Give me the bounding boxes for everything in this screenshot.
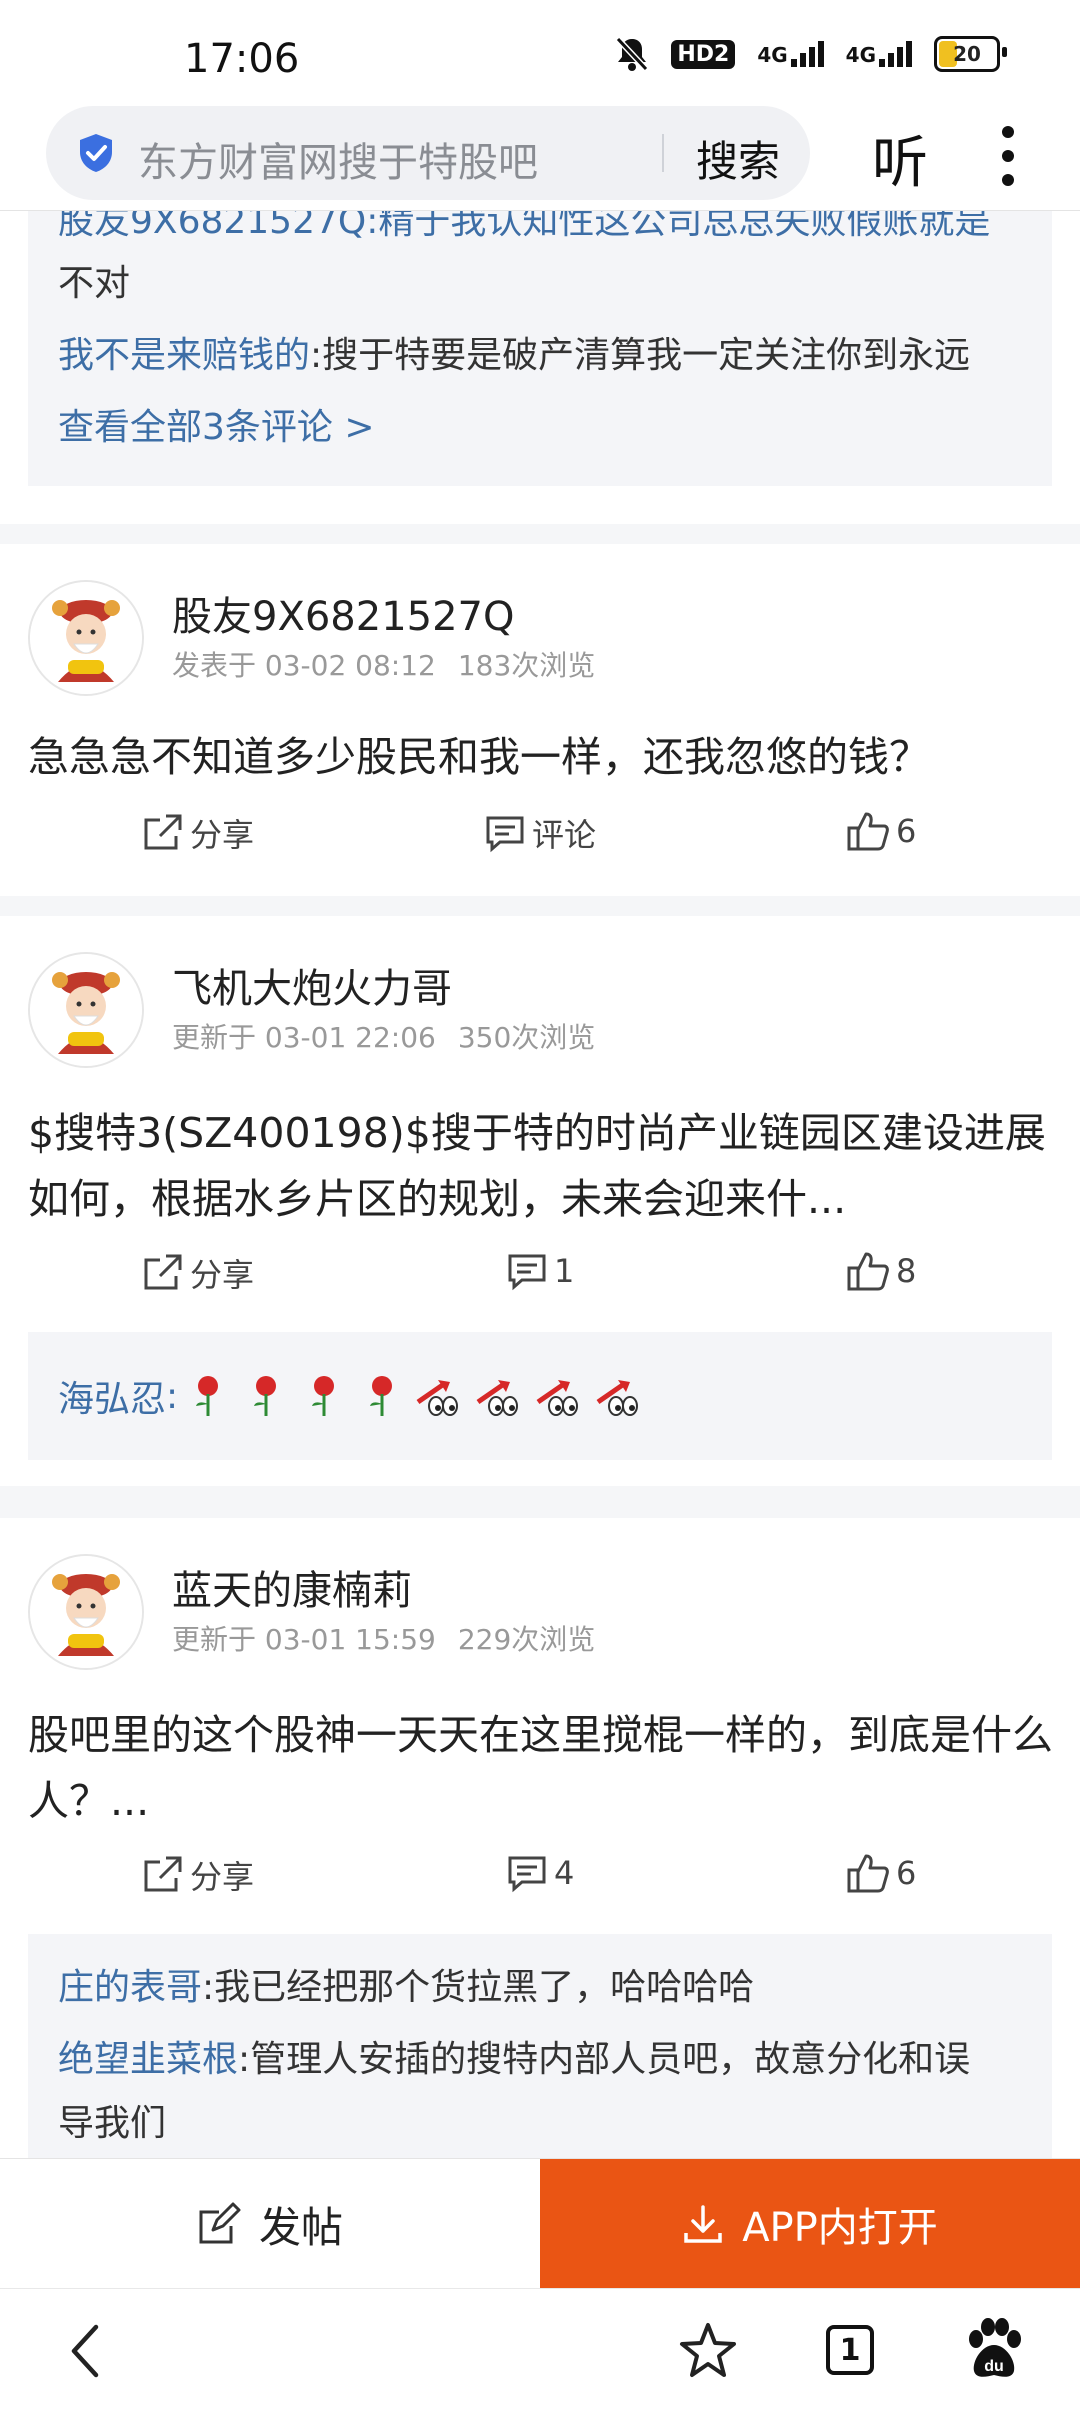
avatar[interactable] — [28, 580, 144, 696]
like-button[interactable]: 8 — [846, 1250, 916, 1292]
signal-2-icon: 4G — [846, 41, 912, 67]
more-options-icon[interactable] — [1000, 126, 1016, 186]
download-icon — [684, 2205, 722, 2243]
like-button[interactable]: 6 — [846, 810, 916, 852]
new-post-button[interactable]: 发帖 — [0, 2159, 540, 2289]
battery-icon: 20 — [934, 36, 1007, 72]
signal-1-icon: 4G — [757, 41, 824, 67]
search-header: 东方财富网搜于特股吧 搜索 听 — [0, 104, 1080, 211]
comment-line: 绝望韭菜根:管理人安插的搜特内部人员吧，故意分化和误 — [58, 2030, 970, 2082]
comment-user[interactable]: 庄的表哥 — [58, 1967, 202, 2008]
comment-user[interactable]: 绝望韭菜根 — [58, 2039, 238, 2080]
status-bar: 17:06 HD2 4G 4G 20 — [0, 0, 1080, 104]
comment-box: 海弘忍: — [28, 1332, 1052, 1460]
emoji-eyes-rising-icons — [414, 1374, 644, 1418]
search-text: 东方财富网搜于特股吧 — [138, 140, 538, 186]
browser-nav-bar: 1 du — [0, 2288, 1080, 2413]
post-views: 350次浏览 — [457, 1021, 596, 1054]
search-divider — [662, 134, 664, 172]
username[interactable]: 蓝天的康楠莉 — [172, 1558, 412, 1616]
post-meta: 发表于 03-02 08:12 183次浏览 — [172, 644, 595, 684]
thumbs-up-icon — [847, 1854, 889, 1893]
post-views: 229次浏览 — [457, 1623, 596, 1656]
comment-line: 庄的表哥:我已经把那个货拉黑了，哈哈哈哈 — [58, 1958, 754, 2010]
comment-box: 股友9X6821527Q:精于我认知性这公司总总失败假账就是 不对 我不是来赔钱… — [28, 201, 1052, 486]
fortune-god-avatar-icon — [30, 954, 142, 1066]
comment-icon — [508, 1856, 546, 1893]
share-button[interactable]: 分享 — [142, 810, 254, 856]
post-time: 发表于 03-02 08:12 — [172, 649, 436, 682]
post-meta: 更新于 03-01 15:59 229次浏览 — [172, 1618, 595, 1658]
username[interactable]: 股友9X6821527Q — [172, 584, 514, 642]
search-input[interactable]: 东方财富网搜于特股吧 搜索 — [46, 106, 810, 200]
emoji-rose-icons — [190, 1374, 400, 1418]
avatar[interactable] — [28, 952, 144, 1068]
post-meta: 更新于 03-01 22:06 350次浏览 — [172, 1016, 595, 1056]
comment-line-cont: 不对 — [58, 263, 131, 304]
tabs-button[interactable]: 1 — [826, 2325, 874, 2375]
comment-button[interactable]: 1 — [506, 1250, 574, 1292]
listen-button[interactable]: 听 — [872, 118, 928, 199]
comment-box: 庄的表哥:我已经把那个货拉黑了，哈哈哈哈 绝望韭菜根:管理人安插的搜特内部人员吧… — [28, 1934, 1052, 2158]
fortune-god-avatar-icon — [30, 582, 142, 694]
post-time: 更新于 03-01 22:06 — [172, 1021, 436, 1054]
avatar[interactable] — [28, 1554, 144, 1670]
post-card[interactable]: 飞机大炮火力哥 更新于 03-01 22:06 350次浏览 $搜特3(SZ400… — [0, 916, 1080, 1486]
post-content[interactable]: 急急急不知道多少股民和我一样，还我忽悠的钱？ — [28, 724, 1058, 790]
baidu-paw-icon[interactable]: du — [964, 2317, 1024, 2381]
shield-icon — [80, 134, 112, 172]
comment-line: 海弘忍: — [58, 1370, 644, 1422]
thumbs-up-icon — [847, 812, 889, 851]
comment-icon — [508, 1254, 546, 1291]
comment-text: :管理人安插的搜特内部人员吧，故意分化和误 — [238, 2039, 971, 2080]
mute-bell-icon — [616, 36, 649, 72]
post-actions: 分享 1 8 — [0, 1250, 1080, 1310]
post-actions: 分享 4 6 — [0, 1852, 1080, 1912]
post-content[interactable]: 股吧里的这个股神一天天在这里搅棍一样的，到底是什么人？... — [28, 1702, 1058, 1834]
edit-icon — [199, 2202, 241, 2244]
thumbs-up-icon — [847, 1252, 889, 1291]
post-actions: 分享 评论 6 — [0, 810, 1080, 870]
open-in-app-button[interactable]: APP内打开 — [540, 2159, 1080, 2289]
svg-text:du: du — [984, 2358, 1004, 2375]
post-card[interactable]: 蓝天的康楠莉 更新于 03-01 15:59 229次浏览 股吧里的这个股神一天天… — [0, 1518, 1080, 2158]
post-views: 183次浏览 — [457, 649, 596, 682]
view-all-comments-link[interactable]: 查看全部3条评论 > — [58, 398, 375, 450]
comment-text: :我已经把那个货拉黑了，哈哈哈哈 — [202, 1967, 755, 2008]
status-icons: HD2 4G 4G 20 — [615, 36, 1007, 72]
comment-line-cont: 导我们 — [58, 2103, 167, 2144]
search-button[interactable]: 搜索 — [696, 128, 780, 189]
comment-user[interactable]: 我不是来赔钱的 — [58, 335, 310, 376]
like-button[interactable]: 6 — [846, 1852, 916, 1894]
share-button[interactable]: 分享 — [142, 1852, 254, 1898]
bottom-action-bar: 发帖 APP内打开 — [0, 2158, 1080, 2289]
post-time: 更新于 03-01 15:59 — [172, 1623, 436, 1656]
share-icon — [144, 814, 182, 850]
username[interactable]: 飞机大炮火力哥 — [172, 956, 452, 1014]
comment-line: 我不是来赔钱的:搜于特要是破产清算我一定关注你到永远 — [58, 326, 970, 378]
comment-button[interactable]: 4 — [506, 1852, 574, 1894]
share-button[interactable]: 分享 — [142, 1250, 254, 1296]
share-icon — [144, 1254, 182, 1290]
comment-user[interactable]: 海弘忍 — [58, 1370, 166, 1422]
hd-badge: HD2 — [671, 39, 736, 69]
comment-button[interactable]: 评论 — [484, 810, 596, 856]
comment-text: :搜于特要是破产清算我一定关注你到永远 — [310, 335, 971, 376]
post-card[interactable]: 股友9X6821527Q 发表于 03-02 08:12 183次浏览 急急急不知… — [0, 544, 1080, 896]
star-favorite-icon[interactable] — [678, 2321, 738, 2381]
status-time: 17:06 — [184, 36, 300, 82]
back-arrow-icon[interactable] — [64, 2321, 108, 2381]
fortune-god-avatar-icon — [30, 1556, 142, 1668]
post-content[interactable]: $搜特3(SZ400198)$搜于特的时尚产业链园区建设进展如何，根据水乡片区的… — [28, 1100, 1058, 1232]
share-icon — [144, 1856, 182, 1892]
comment-icon — [486, 816, 524, 853]
previous-post-card: 股友9X6821527Q:精于我认知性这公司总总失败假账就是 不对 我不是来赔钱… — [0, 201, 1080, 524]
